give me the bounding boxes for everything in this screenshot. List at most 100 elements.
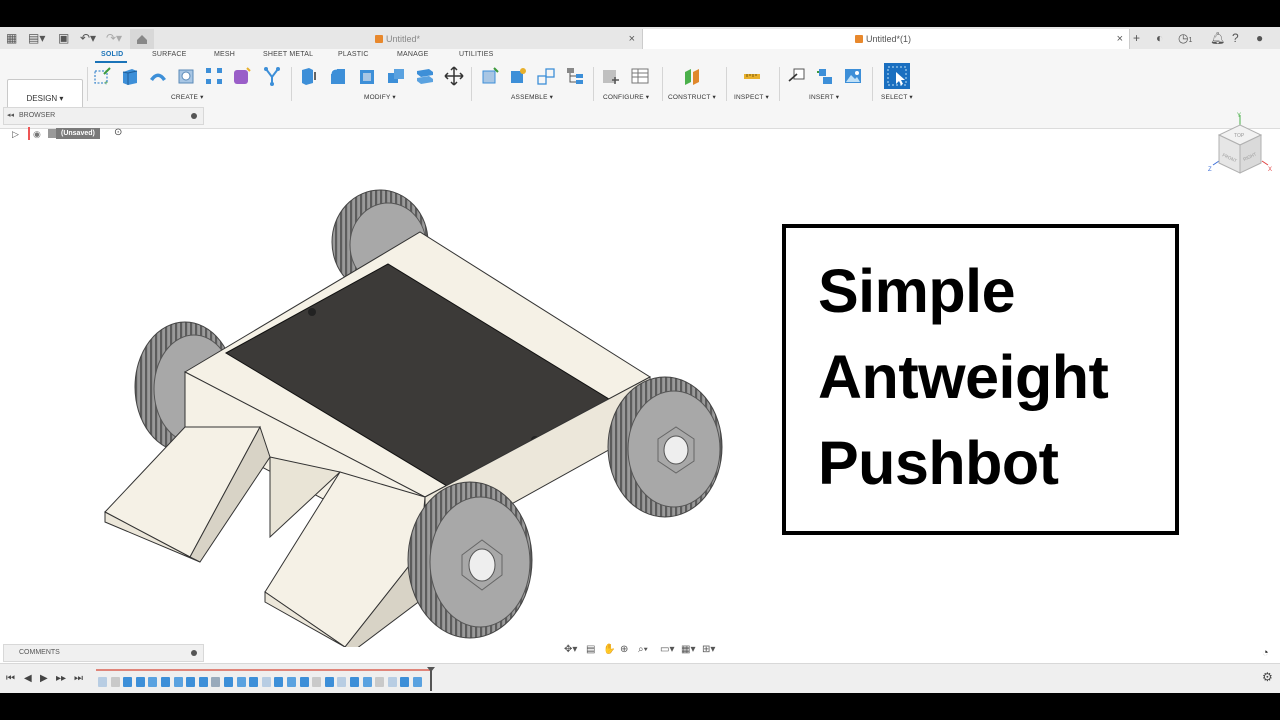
joint-icon[interactable] — [508, 66, 528, 86]
timeline-feature-icon[interactable] — [324, 677, 334, 687]
root-component-label[interactable]: (Unsaved) — [56, 128, 100, 139]
split-body-icon[interactable] — [415, 66, 435, 86]
expand-triangle-icon[interactable]: ▷ — [12, 129, 19, 139]
collapse-panel-icon[interactable]: ◂◂ — [7, 108, 14, 124]
timeline-feature-icon[interactable] — [161, 677, 170, 687]
viewcube[interactable]: Y Z X TOP FRONT RIGHT — [1205, 111, 1275, 181]
combine-icon[interactable] — [386, 66, 406, 86]
timeline-feature-icon[interactable] — [375, 677, 385, 687]
measure-icon[interactable] — [742, 66, 762, 86]
offset-plane-icon[interactable] — [682, 66, 702, 86]
tab-solid[interactable]: SOLID — [101, 51, 123, 58]
file-menu-icon[interactable]: ▤▾ — [28, 31, 45, 45]
timeline-feature-icon[interactable] — [110, 677, 120, 687]
extrude-icon[interactable] — [120, 66, 140, 86]
timeline-feature-icon[interactable] — [198, 677, 208, 687]
timeline-feature-icon[interactable] — [98, 677, 107, 687]
configure-table-icon[interactable] — [630, 66, 650, 86]
timeline-feature-icon[interactable] — [362, 677, 372, 687]
pattern-icon[interactable] — [204, 66, 224, 86]
select-icon[interactable] — [884, 63, 910, 89]
timeline-feature-icon[interactable] — [350, 677, 359, 687]
hole-icon[interactable] — [176, 66, 196, 86]
new-component-icon[interactable] — [480, 66, 500, 86]
timeline-feature-icon[interactable] — [249, 677, 259, 687]
timeline-feature-icon[interactable] — [224, 677, 233, 687]
user-avatar-icon[interactable]: ● — [1256, 31, 1263, 45]
undo-icon[interactable]: ↶▾ — [80, 31, 96, 45]
timeline-settings-gear-icon[interactable]: ⚙ — [1262, 671, 1273, 683]
timeline-feature-icon[interactable] — [274, 677, 284, 687]
timeline-feature-icon[interactable] — [337, 677, 347, 687]
panel-pin-icon[interactable] — [191, 650, 197, 656]
configure-body-icon[interactable] — [601, 66, 621, 86]
motion-link-icon[interactable] — [565, 66, 585, 86]
timeline-feature-icon[interactable] — [299, 677, 309, 687]
select-menu[interactable]: SELECT ▾ — [881, 93, 913, 101]
tab-surface[interactable]: SURFACE — [152, 51, 186, 58]
panel-pin-icon[interactable] — [191, 113, 197, 119]
timeline-feature-icon[interactable] — [135, 677, 145, 687]
pan-icon[interactable]: ✋ — [603, 644, 615, 655]
redo-icon[interactable]: ↷▾ — [106, 31, 122, 45]
create-sketch-icon[interactable]: + — [92, 66, 112, 86]
press-pull-icon[interactable] — [298, 66, 318, 86]
create-menu[interactable]: CREATE ▾ — [171, 93, 204, 101]
zoom-icon[interactable]: ⊕ — [620, 644, 632, 655]
timeline-feature-icon[interactable] — [211, 677, 221, 687]
app-grid-icon[interactable]: ▦ — [6, 31, 17, 45]
derive-icon[interactable] — [262, 66, 282, 86]
timeline-play-icon[interactable]: ▶ — [40, 674, 48, 684]
insert-mcmaster-icon[interactable] — [815, 66, 835, 86]
document-tab-untitled[interactable]: Untitled* × — [155, 29, 641, 49]
extensions-icon[interactable]: ◐ — [1156, 31, 1163, 45]
shell-icon[interactable] — [357, 66, 377, 86]
tab-mesh[interactable]: MESH — [214, 51, 235, 58]
timeline-feature-icon[interactable] — [387, 677, 397, 687]
activate-radio-icon[interactable]: ⊙ — [114, 127, 122, 138]
insert-canvas-icon[interactable] — [843, 66, 863, 86]
revolve-icon[interactable] — [148, 66, 168, 86]
close-tab-icon[interactable]: × — [1117, 29, 1123, 49]
look-at-icon[interactable]: ▤ — [586, 644, 598, 655]
browser-panel-header[interactable]: ◂◂ BROWSER — [3, 107, 204, 125]
as-built-joint-icon[interactable] — [536, 66, 556, 86]
timeline-end-icon[interactable]: ⏭ — [74, 674, 83, 684]
fit-icon[interactable]: ⌕▾ — [638, 644, 650, 655]
timeline-feature-icon[interactable] — [261, 677, 271, 687]
tab-manage[interactable]: MANAGE — [397, 51, 429, 58]
timeline-feature-icon[interactable] — [287, 677, 296, 687]
insert-derive-icon[interactable] — [787, 66, 807, 86]
timeline-feature-icon[interactable] — [186, 677, 196, 687]
close-tab-icon[interactable]: × — [629, 29, 635, 49]
timeline-feature-icon[interactable] — [173, 677, 183, 687]
tab-plastic[interactable]: PLASTIC — [338, 51, 369, 58]
home-tab[interactable] — [130, 29, 154, 49]
fillet-icon[interactable] — [328, 66, 348, 86]
insert-menu[interactable]: INSERT ▾ — [809, 93, 839, 101]
timeline-feature-icon[interactable] — [148, 677, 158, 687]
timeline-feature-icon[interactable] — [123, 677, 133, 687]
configure-menu[interactable]: CONFIGURE ▾ — [603, 93, 649, 101]
robot-3d-model[interactable] — [90, 177, 740, 647]
inspect-menu[interactable]: INSPECT ▾ — [734, 93, 769, 101]
display-settings-icon[interactable]: ▭▾ — [660, 644, 674, 655]
comments-panel-header[interactable]: COMMENTS — [3, 644, 204, 662]
tab-utilities[interactable]: UTILITIES — [459, 51, 493, 58]
form-icon[interactable] — [232, 66, 252, 86]
timeline-feature-icon[interactable] — [413, 677, 422, 687]
modify-menu[interactable]: MODIFY ▾ — [364, 93, 396, 101]
save-icon[interactable]: ▣ — [58, 31, 69, 45]
browser-root-node[interactable]: ▷ ◉ — [12, 127, 58, 141]
viewports-icon[interactable]: ⊞▾ — [702, 644, 715, 655]
grid-settings-icon[interactable]: ▦▾ — [681, 644, 695, 655]
assemble-menu[interactable]: ASSEMBLE ▾ — [511, 93, 553, 101]
timeline-feature-icon[interactable] — [400, 677, 410, 687]
visibility-eye-icon[interactable]: ◉ — [33, 127, 41, 141]
new-tab-icon[interactable]: + — [1133, 31, 1140, 45]
tab-sheet-metal[interactable]: SHEET METAL — [263, 51, 313, 58]
timeline-feature-icon[interactable] — [236, 677, 246, 687]
timeline-feature-icon[interactable] — [312, 677, 322, 687]
construct-menu[interactable]: CONSTRUCT ▾ — [668, 93, 716, 101]
help-icon[interactable]: ? — [1232, 31, 1239, 45]
